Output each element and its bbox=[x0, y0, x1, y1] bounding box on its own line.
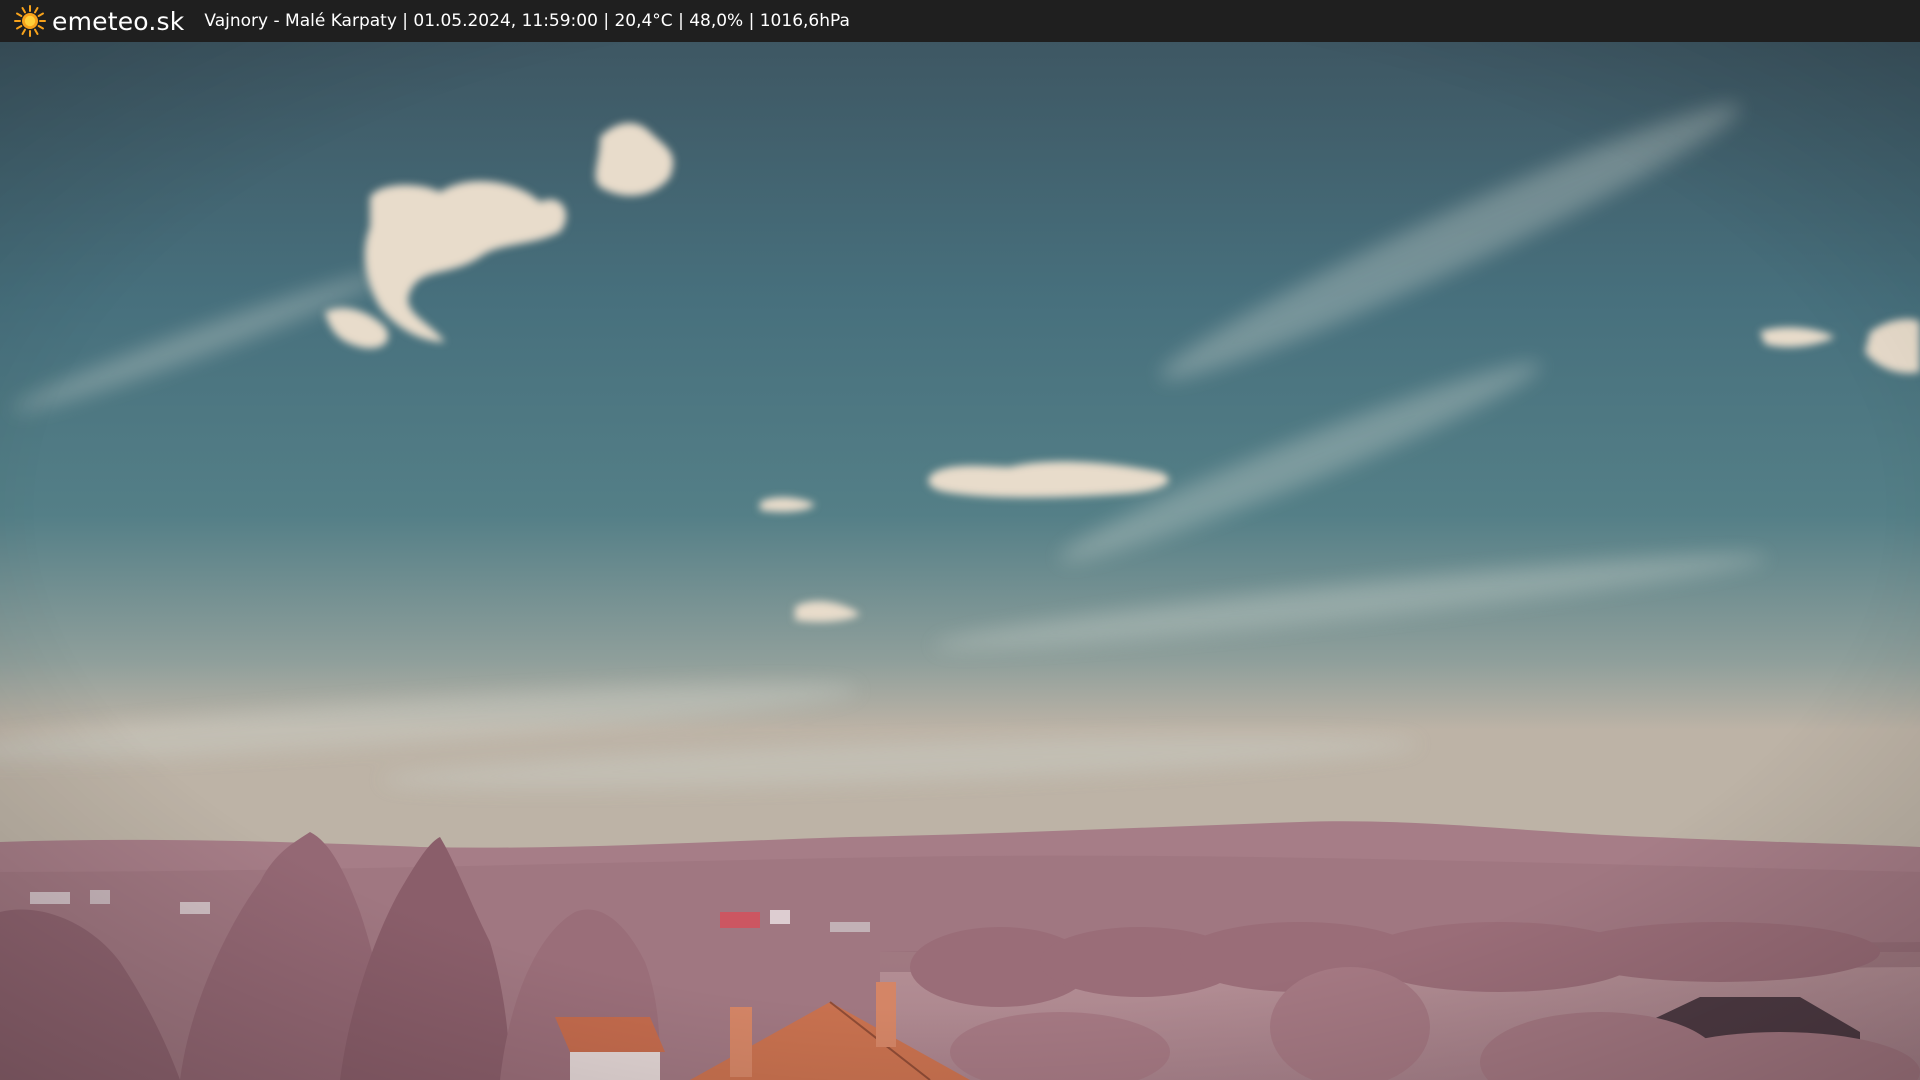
brand-name: emeteo.sk bbox=[52, 6, 185, 36]
brand-logo[interactable]: emeteo.sk bbox=[14, 5, 184, 37]
sun-icon bbox=[14, 5, 46, 37]
header-bar: emeteo.sk Vajnory - Malé Karpaty | 01.05… bbox=[0, 0, 1920, 42]
station-caption: Vajnory - Malé Karpaty | 01.05.2024, 11:… bbox=[204, 11, 850, 31]
webcam-image bbox=[0, 42, 1920, 1080]
